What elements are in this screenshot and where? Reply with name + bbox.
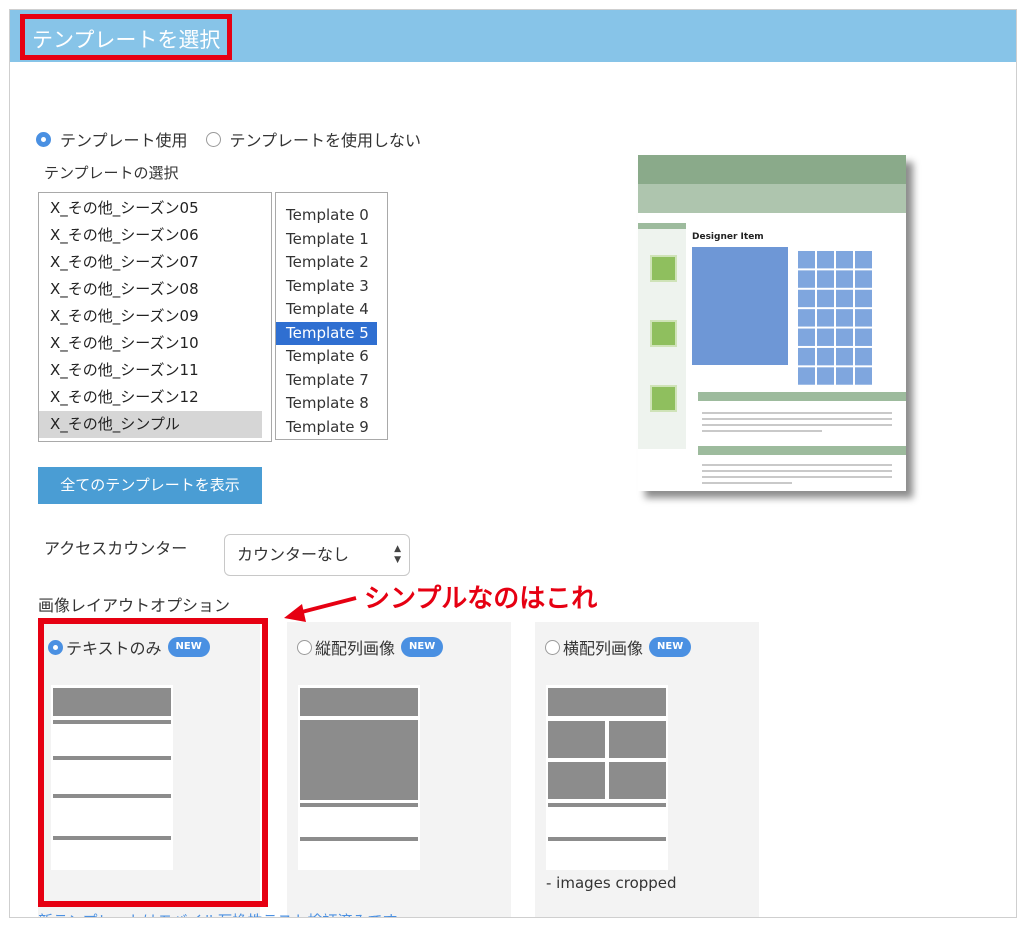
template-option[interactable]: Template 9 <box>276 416 377 440</box>
template-select-label: テンプレートの選択 <box>44 164 179 182</box>
preview-text-line <box>702 424 892 426</box>
radio-unchecked-icon[interactable] <box>297 639 312 655</box>
radio-label: テンプレート使用 <box>60 131 188 150</box>
thumb-block <box>548 688 666 716</box>
category-option[interactable]: X_その他_シーズン11 <box>39 357 262 384</box>
category-option[interactable]: X_その他_シーズン07 <box>39 249 262 276</box>
template-use-radio-group: テンプレート使用 テンプレートを使用しない <box>36 127 439 151</box>
thumb-line <box>300 803 418 807</box>
template-preview: Designer Item <box>638 155 906 491</box>
layout-thumbnail-vertical <box>298 685 420 870</box>
preview-image-grid <box>796 249 872 385</box>
new-badge: NEW <box>649 637 692 657</box>
template-option[interactable]: Template 2 <box>276 251 377 275</box>
preview-thumbnail <box>650 255 677 282</box>
preview-section-bar <box>698 446 906 455</box>
category-option[interactable]: X_その他_シーズン12 <box>39 384 262 411</box>
preview-text-line <box>702 482 792 484</box>
settings-panel: テンプレートを選択 テンプレート使用 テンプレートを使用しない テンプレートの選… <box>9 9 1017 918</box>
thumb-image <box>609 762 666 799</box>
preview-text-line <box>702 418 892 420</box>
new-badge: NEW <box>401 637 444 657</box>
images-cropped-note: - images cropped <box>546 874 677 892</box>
layout-option-header: 横配列画像 NEW <box>545 635 692 659</box>
mobile-compat-link[interactable]: 新テンプレートはモバイル互換性テスト検証済みです <box>38 910 398 917</box>
radio-label: テンプレートを使用しない <box>229 131 422 150</box>
template-option[interactable]: Template 6 <box>276 345 377 369</box>
template-option[interactable]: Template 3 <box>276 275 377 299</box>
thumb-line <box>548 837 666 841</box>
show-all-templates-button[interactable]: 全てのテンプレートを表示 <box>38 467 262 504</box>
layout-option-header: 縦配列画像 NEW <box>297 635 444 659</box>
template-listbox[interactable]: Template 0 Template 1 Template 2 Template 3… <box>275 192 388 440</box>
category-option[interactable]: X_その他_シーズン10 <box>39 330 262 357</box>
preview-heading: Designer Item <box>692 232 764 242</box>
thumb-image <box>609 721 666 758</box>
category-option[interactable]: X_その他_シーズン05 <box>39 195 262 222</box>
template-category-listbox[interactable]: X_その他_シーズン05 X_その他_シーズン06 X_その他_シーズン07 X_その… <box>38 192 272 442</box>
preview-text-line <box>702 430 822 432</box>
template-option[interactable]: Template 4 <box>276 298 377 322</box>
preview-thumbnail <box>650 385 677 412</box>
preview-sidebar-bar <box>638 223 686 229</box>
preview-text-line <box>702 470 892 472</box>
radio-unchecked-icon[interactable] <box>205 131 221 147</box>
template-option[interactable]: Template 5 <box>276 321 377 345</box>
preview-text-line <box>702 412 892 414</box>
page-title: テンプレートを選択 <box>20 14 233 60</box>
layout-option-label: 横配列画像 <box>563 639 644 658</box>
radio-no-template[interactable]: テンプレートを使用しない <box>205 127 422 151</box>
template-option[interactable]: Template 7 <box>276 369 377 393</box>
preview-header <box>638 155 906 184</box>
highlight-box <box>38 618 268 907</box>
access-counter-label: アクセスカウンター <box>44 539 188 558</box>
thumb-block <box>300 688 418 716</box>
layout-option-vertical-images[interactable]: 縦配列画像 NEW <box>287 622 511 917</box>
layout-thumbnail-horizontal <box>546 685 668 870</box>
thumb-image <box>548 721 605 758</box>
template-option[interactable]: Template 8 <box>276 392 377 416</box>
annotation-text: シンプルなのはこれ <box>364 584 598 614</box>
thumb-line <box>300 837 418 841</box>
preview-subheader <box>638 184 906 213</box>
preview-section-bar <box>698 392 906 401</box>
radio-unchecked-icon[interactable] <box>545 639 560 655</box>
select-value: カウンターなし <box>237 545 350 564</box>
layout-option-horizontal-images[interactable]: 横配列画像 NEW - images cropped <box>535 622 759 917</box>
header-bar: テンプレートを選択 <box>10 10 1016 62</box>
thumb-image <box>300 720 418 800</box>
thumb-image <box>548 762 605 799</box>
category-option[interactable]: X_その他_シーズン06 <box>39 222 262 249</box>
template-option[interactable]: Template 0 <box>276 204 377 228</box>
select-arrows-icon: ▲ ▼ <box>394 544 401 565</box>
radio-use-template[interactable]: テンプレート使用 <box>36 127 188 151</box>
preview-thumbnail <box>650 320 677 347</box>
image-layout-label: 画像レイアウトオプション <box>38 596 231 615</box>
preview-text-line <box>702 476 892 478</box>
layout-option-label: 縦配列画像 <box>315 639 396 658</box>
annotation-arrow-icon <box>284 596 357 622</box>
thumb-line <box>548 803 666 807</box>
category-option[interactable]: X_その他_シンプル <box>39 411 262 438</box>
category-option[interactable]: X_その他_シーズン08 <box>39 276 262 303</box>
preview-main-image <box>692 247 788 365</box>
access-counter-select[interactable]: カウンターなし ▲ ▼ <box>224 534 410 576</box>
category-option[interactable]: X_その他_シーズン09 <box>39 303 262 330</box>
radio-checked-icon[interactable] <box>36 131 51 147</box>
preview-text-line <box>702 464 892 466</box>
template-option[interactable]: Template 1 <box>276 228 377 252</box>
